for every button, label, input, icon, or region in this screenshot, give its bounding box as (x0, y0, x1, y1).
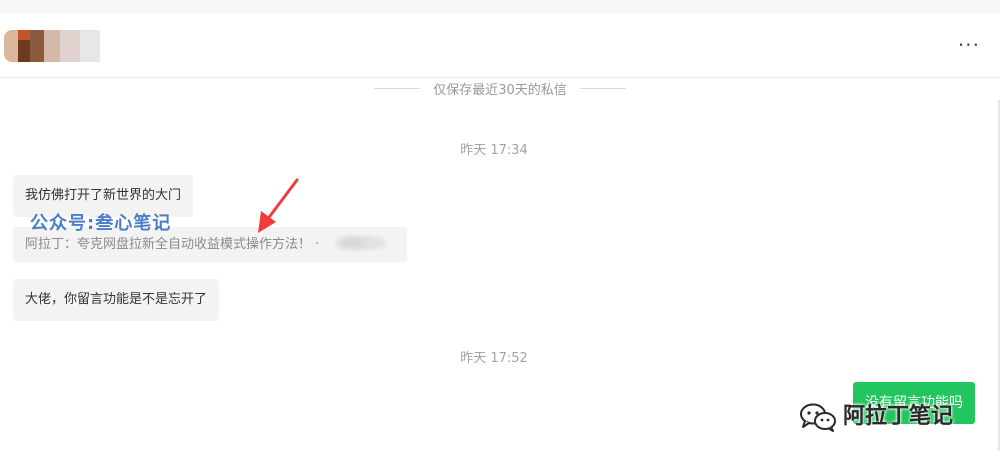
red-arrow-icon (258, 178, 299, 233)
wechat-icon (800, 403, 836, 432)
bottom-strip (0, 451, 1000, 461)
message-text: 我仿佛打开了新世界的大门 (25, 188, 182, 203)
chat-header: ··· (0, 13, 1000, 78)
top-strip (0, 0, 1000, 13)
divider-left (374, 88, 421, 89)
retention-notice: 仅保存最近30天的私信 (0, 78, 1000, 98)
message-text: 阿拉丁：夸克网盘拉新全自动收益模式操作方法！ · (25, 237, 320, 252)
watermark-bottom-text: 阿拉丁笔记 (843, 404, 954, 429)
message-text: 大佬，你留言功能是不是忘开了 (25, 292, 208, 307)
more-options-icon[interactable]: ··· (958, 33, 980, 57)
timestamp: 昨天 17:52 (460, 351, 528, 366)
divider-right (579, 88, 626, 89)
watermark-top: 公众号:叁心笔记 (30, 213, 172, 234)
retention-notice-text: 仅保存最近30天的私信 (433, 83, 567, 98)
timestamp: 昨天 17:34 (460, 143, 528, 158)
blurred-region (336, 236, 386, 250)
message-bubble: 大佬，你留言功能是不是忘开了 (13, 279, 220, 321)
avatar-blurred[interactable] (4, 30, 100, 62)
